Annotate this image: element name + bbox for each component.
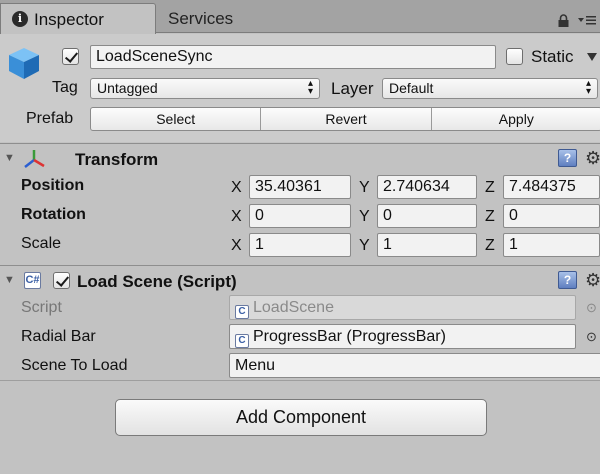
- tab-inspector[interactable]: i Inspector: [0, 3, 156, 34]
- scene-to-load-field[interactable]: Menu: [229, 353, 600, 378]
- divider: [0, 380, 600, 381]
- object-picker-icon[interactable]: ⊙: [586, 329, 597, 345]
- tab-inspector-label: Inspector: [34, 10, 104, 29]
- script-icon: C: [235, 305, 249, 319]
- rotation-z-field[interactable]: 0: [503, 204, 600, 228]
- rotation-label: Rotation: [21, 206, 86, 223]
- gameobject-cube-icon: [9, 48, 39, 79]
- dropdown-arrows-icon: ▴ ▾: [307, 78, 313, 97]
- scale-label: Scale: [21, 235, 62, 252]
- static-dropdown-icon[interactable]: [586, 52, 598, 62]
- axis-z-label: Z: [485, 179, 495, 196]
- add-component-button[interactable]: Add Component: [115, 399, 487, 436]
- scene-to-load-label: Scene To Load: [21, 357, 128, 374]
- axis-x-label: X: [231, 208, 242, 225]
- position-z-field[interactable]: 7.484375: [503, 175, 600, 199]
- component-enabled-checkbox[interactable]: [53, 272, 70, 289]
- prefab-label: Prefab: [26, 110, 74, 127]
- radial-bar-value: ProgressBar (ProgressBar): [253, 328, 446, 345]
- scale-z-field[interactable]: 1: [503, 233, 600, 257]
- tab-services[interactable]: Services: [168, 9, 233, 29]
- script-icon: C: [235, 334, 249, 348]
- tag-value: Untagged: [97, 80, 158, 96]
- scale-y-field[interactable]: 1: [377, 233, 477, 257]
- transform-title: Transform: [75, 150, 159, 169]
- gear-icon[interactable]: ⚙: [585, 149, 600, 167]
- position-x-field[interactable]: 35.40361: [249, 175, 351, 199]
- axis-y-label: Y: [359, 237, 370, 254]
- info-icon: i: [12, 11, 28, 27]
- position-y-field[interactable]: 2.740634: [377, 175, 477, 199]
- rotation-x-field[interactable]: 0: [249, 204, 351, 228]
- radial-bar-field[interactable]: C ProgressBar (ProgressBar): [229, 324, 576, 349]
- position-label: Position: [21, 177, 85, 194]
- axis-z-label: Z: [485, 208, 495, 225]
- dropdown-arrows-icon: ▴ ▾: [585, 78, 591, 97]
- axis-x-label: X: [231, 179, 242, 196]
- radial-bar-label: Radial Bar: [21, 328, 96, 345]
- name-field[interactable]: LoadSceneSync: [90, 45, 496, 69]
- axis-y-label: Y: [359, 179, 370, 196]
- foldout-arrow-icon[interactable]: ▼: [4, 274, 15, 286]
- tag-label: Tag: [52, 79, 78, 96]
- gear-icon[interactable]: ⚙: [585, 271, 600, 289]
- help-icon[interactable]: ?: [558, 271, 577, 289]
- layer-value: Default: [389, 80, 434, 96]
- load-scene-title: Load Scene (Script): [77, 272, 237, 291]
- prefab-button-group: Select Revert Apply: [90, 107, 600, 131]
- scale-x-field[interactable]: 1: [249, 233, 351, 257]
- prefab-revert-button[interactable]: Revert: [261, 108, 432, 130]
- active-checkbox[interactable]: [62, 48, 79, 65]
- axis-x-label: X: [231, 237, 242, 254]
- script-value: LoadScene: [253, 299, 334, 316]
- rotation-y-field[interactable]: 0: [377, 204, 477, 228]
- transform-axes-icon: [24, 150, 45, 168]
- object-picker-icon: ⊙: [586, 300, 597, 315]
- help-icon[interactable]: ?: [558, 149, 577, 167]
- script-label: Script: [21, 299, 62, 316]
- script-file-icon: C#: [24, 272, 41, 289]
- prefab-apply-button[interactable]: Apply: [432, 108, 600, 130]
- axis-y-label: Y: [359, 208, 370, 225]
- foldout-arrow-icon[interactable]: ▼: [4, 152, 15, 164]
- static-checkbox[interactable]: [506, 48, 523, 65]
- tab-menu-icon[interactable]: [577, 14, 597, 26]
- lock-icon[interactable]: [557, 14, 570, 27]
- static-label: Static: [531, 47, 574, 66]
- prefab-select-button[interactable]: Select: [91, 108, 262, 130]
- layer-label: Layer: [331, 79, 374, 98]
- axis-z-label: Z: [485, 237, 495, 254]
- layer-dropdown[interactable]: Default ▴ ▾: [382, 78, 598, 99]
- tag-dropdown[interactable]: Untagged ▴ ▾: [90, 78, 320, 99]
- script-field: C LoadScene: [229, 295, 576, 320]
